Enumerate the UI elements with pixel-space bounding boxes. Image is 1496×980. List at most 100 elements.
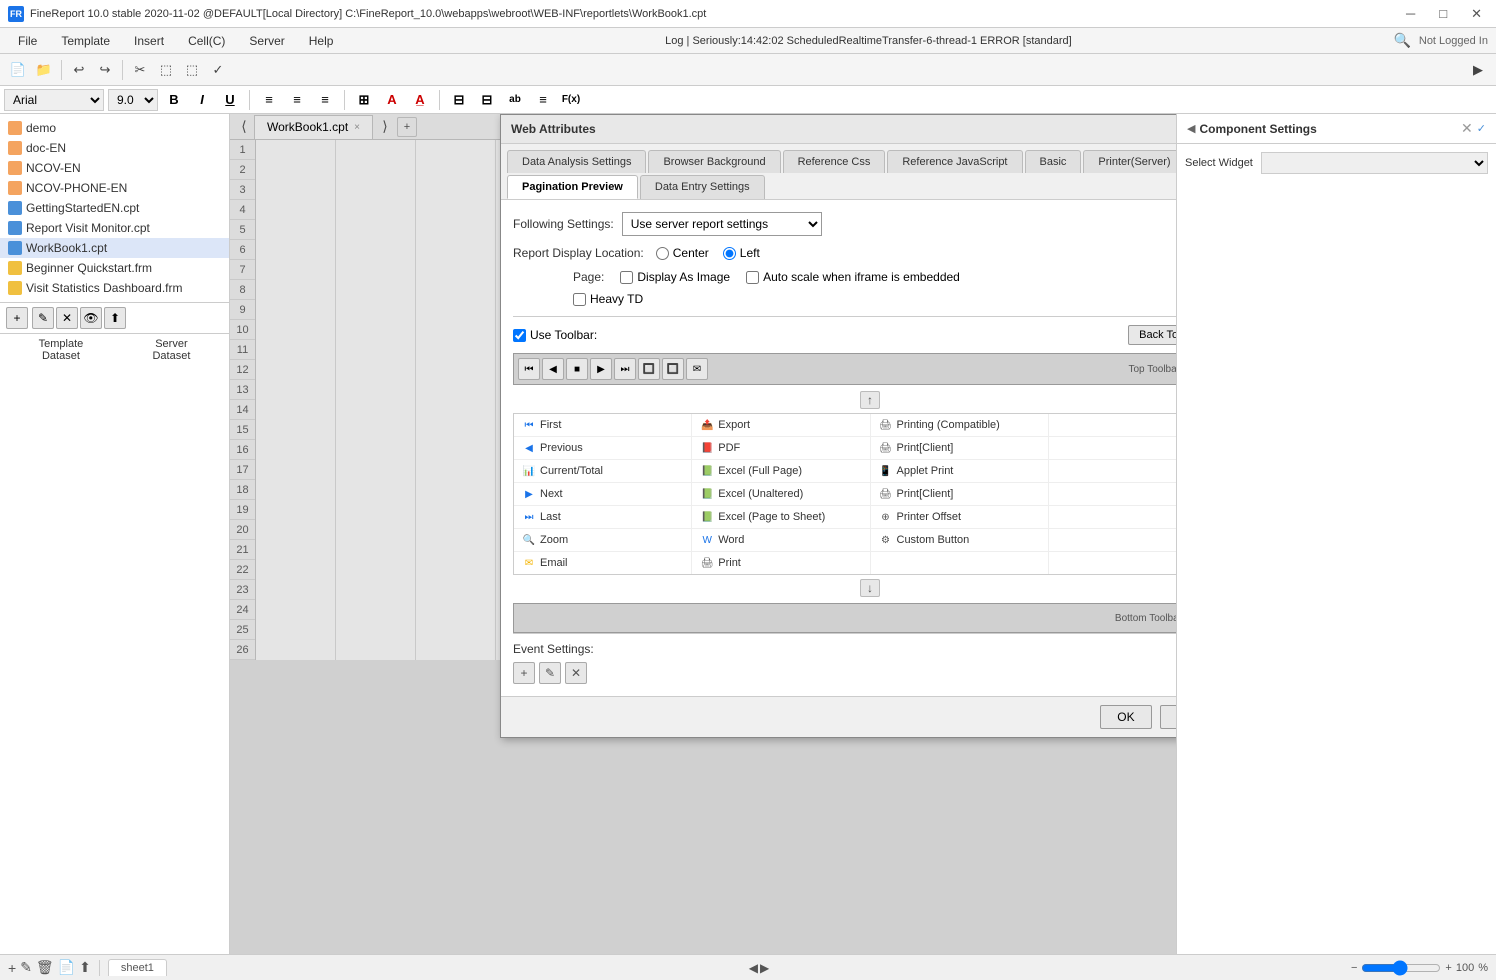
sidebar-item-ncov-en[interactable]: NCOV-EN — [0, 158, 229, 178]
tab-data-analysis[interactable]: Data Analysis Settings — [507, 150, 646, 173]
size-select[interactable]: 9.0 — [108, 89, 158, 111]
align-center-btn[interactable]: ≡ — [285, 89, 309, 111]
merge-btn[interactable]: ⊟ — [447, 89, 471, 111]
grid-cell-3-2[interactable]: 🖨Print[Client] — [871, 483, 1049, 505]
strip-box2-btn[interactable]: 🔲 — [662, 358, 684, 380]
server-dataset-label[interactable]: ServerDataset — [152, 338, 190, 362]
display-as-image-checkbox[interactable]: Display As Image — [620, 270, 730, 284]
auto-scale-input[interactable] — [746, 271, 759, 284]
tab-pagination-preview[interactable]: Pagination Preview — [507, 175, 638, 199]
open-button[interactable]: 📁 — [32, 58, 56, 82]
italic-button[interactable]: I — [190, 89, 214, 111]
grid-cell-0-2[interactable]: 🖨Printing (Compatible) — [871, 414, 1049, 436]
template-dataset-label[interactable]: TemplateDataset — [39, 338, 84, 362]
status-delete-icon[interactable]: 🗑 — [36, 959, 54, 976]
grid-cell-5-0[interactable]: 🔍Zoom — [514, 529, 692, 551]
menu-insert[interactable]: Insert — [124, 31, 174, 51]
menu-help[interactable]: Help — [299, 31, 344, 51]
insert-row-btn[interactable]: ⊟ — [475, 89, 499, 111]
zoom-slider[interactable] — [1361, 960, 1441, 976]
radio-center[interactable]: Center — [656, 246, 709, 260]
paste-button[interactable]: ⬚ — [180, 58, 204, 82]
use-toolbar-check[interactable]: Use Toolbar: — [513, 328, 597, 342]
right-panel-check-btn[interactable]: ✓ — [1477, 122, 1486, 135]
strip-email-btn[interactable]: ✉ — [686, 358, 708, 380]
grid-cell-1-1[interactable]: 📕PDF — [692, 437, 870, 459]
grid-cell-4-2[interactable]: ⊕Printer Offset — [871, 506, 1049, 528]
sidebar-item-getting-started[interactable]: GettingStartedEN.cpt — [0, 198, 229, 218]
sidebar-item-doc-en[interactable]: doc-EN — [0, 138, 229, 158]
tab-reference-css[interactable]: Reference Css — [783, 150, 886, 173]
align-right-btn[interactable]: ≡ — [313, 89, 337, 111]
cut-button[interactable]: ✂ — [128, 58, 152, 82]
back-to-default-button[interactable]: Back To Default — [1128, 325, 1176, 345]
ab-btn[interactable]: ab — [503, 89, 527, 111]
strip-first-btn[interactable]: ⏮ — [518, 358, 540, 380]
grid-cell-2-2[interactable]: 📱Applet Print — [871, 460, 1049, 482]
grid-cell-3-0[interactable]: ▶Next — [514, 483, 692, 505]
copy-button[interactable]: ⬚ — [154, 58, 178, 82]
grid-cell-2-0[interactable]: 📊Current/Total — [514, 460, 692, 482]
radio-left-input[interactable] — [723, 247, 736, 260]
right-panel-close-btn[interactable]: ✕ — [1461, 120, 1473, 137]
underline-button[interactable]: U — [218, 89, 242, 111]
move-up-button[interactable]: ↑ — [860, 391, 880, 409]
font-color-btn[interactable]: A̲ — [408, 89, 432, 111]
strip-prev-btn[interactable]: ◀ — [542, 358, 564, 380]
sidebar-upload-btn[interactable]: ⬆ — [104, 307, 126, 329]
ok-button[interactable]: OK — [1100, 705, 1151, 729]
sidebar-delete-btn[interactable]: ✕ — [56, 307, 78, 329]
event-edit-btn[interactable]: ✎ — [539, 662, 561, 684]
strip-next-btn[interactable]: ▶ — [590, 358, 612, 380]
grid-cell-4-1[interactable]: 📗Excel (Page to Sheet) — [692, 506, 870, 528]
zoom-out-btn[interactable]: − — [1351, 962, 1357, 974]
sidebar-preview-btn[interactable]: 👁 — [80, 307, 102, 329]
display-as-image-input[interactable] — [620, 271, 633, 284]
sidebar-item-beginner[interactable]: Beginner Quickstart.frm — [0, 258, 229, 278]
login-status[interactable]: Not Logged In — [1419, 35, 1488, 47]
grid-cell-5-2[interactable]: ⚙Custom Button — [871, 529, 1049, 551]
sidebar-item-visit-statistics[interactable]: Visit Statistics Dashboard.frm — [0, 278, 229, 298]
close-button[interactable]: ✕ — [1465, 4, 1488, 24]
panel-prev-btn[interactable]: ◀ — [1187, 122, 1195, 135]
menu-template[interactable]: Template — [51, 31, 120, 51]
strip-box1-btn[interactable]: 🔲 — [638, 358, 660, 380]
sidebar-item-demo[interactable]: demo — [0, 118, 229, 138]
tab-browser-background[interactable]: Browser Background — [648, 150, 780, 173]
radio-left[interactable]: Left — [723, 246, 760, 260]
font-select[interactable]: Arial — [4, 89, 104, 111]
strip-last-btn[interactable]: ⏭ — [614, 358, 636, 380]
grid-cell-6-1[interactable]: 🖨Print — [692, 552, 870, 574]
auto-scale-checkbox[interactable]: Auto scale when iframe is embedded — [746, 270, 960, 284]
status-add-icon[interactable]: + — [8, 960, 16, 976]
align-btn[interactable]: ≡ — [531, 89, 555, 111]
menu-server[interactable]: Server — [239, 31, 294, 51]
border-btn[interactable]: ⊞ — [352, 89, 376, 111]
grid-cell-2-1[interactable]: 📗Excel (Full Page) — [692, 460, 870, 482]
undo-button[interactable]: ↩ — [67, 58, 91, 82]
tab-reference-js[interactable]: Reference JavaScript — [887, 150, 1022, 173]
tab-printer-server[interactable]: Printer(Server) — [1083, 150, 1176, 173]
grid-cell-0-0[interactable]: ⏮First — [514, 414, 692, 436]
sidebar-item-report-visit[interactable]: Report Visit Monitor.cpt — [0, 218, 229, 238]
grid-cell-3-1[interactable]: 📗Excel (Unaltered) — [692, 483, 870, 505]
widget-select[interactable] — [1261, 152, 1488, 174]
zoom-in-btn[interactable]: + — [1445, 962, 1451, 974]
grid-cell-6-0[interactable]: ✉Email — [514, 552, 692, 574]
fill-color-btn[interactable]: A — [380, 89, 404, 111]
move-down-button[interactable]: ↓ — [860, 579, 880, 597]
grid-cell-0-1[interactable]: 📤Export — [692, 414, 870, 436]
check-button[interactable]: ✓ — [206, 58, 230, 82]
sidebar-add-btn[interactable]: + — [6, 307, 28, 329]
grid-cell-5-1[interactable]: WWord — [692, 529, 870, 551]
status-upload-icon[interactable]: ⬆ — [79, 959, 91, 976]
event-add-btn[interactable]: + — [513, 662, 535, 684]
grid-cell-4-0[interactable]: ⏭Last — [514, 506, 692, 528]
formula-btn[interactable]: F(x) — [559, 89, 583, 111]
use-toolbar-input[interactable] — [513, 329, 526, 342]
sidebar-item-ncov-phone-en[interactable]: NCOV-PHONE-EN — [0, 178, 229, 198]
panel-toggle-btn[interactable]: ▶ — [1466, 58, 1490, 82]
menu-cell[interactable]: Cell(C) — [178, 31, 235, 51]
status-edit-icon[interactable]: ✎ — [20, 959, 32, 976]
tab-basic[interactable]: Basic — [1025, 150, 1082, 173]
